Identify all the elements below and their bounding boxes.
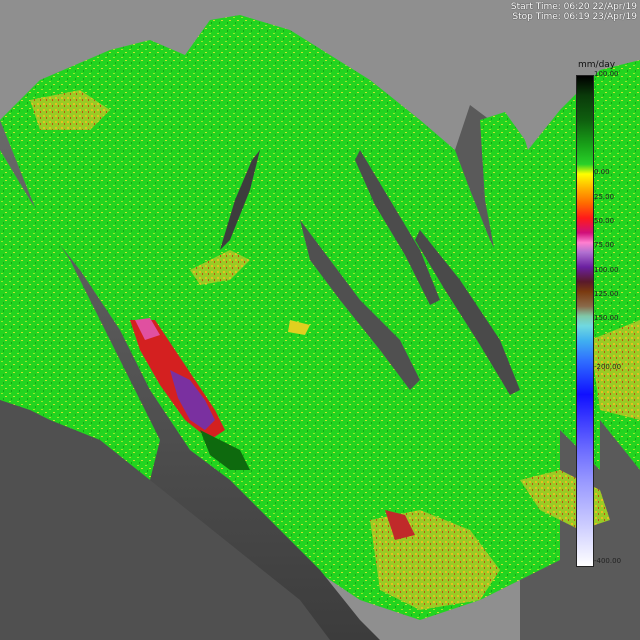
legend-tick: -400.00 (594, 557, 622, 565)
legend-tick: 100.00 (594, 70, 619, 78)
legend-tick: 150.00 (594, 314, 619, 322)
terrain-3d-view[interactable] (0, 0, 640, 640)
time-range-info: Start Time: 06:20 22/Apr/19 Stop Time: 0… (511, 2, 637, 22)
start-time-label: Start Time: 06:20 22/Apr/19 (510, 2, 637, 12)
legend-tick: 25.00 (594, 193, 615, 201)
legend-tick: 0.00 (594, 168, 610, 176)
color-legend: mm/day 100.00 0.00 25.00 50.00 75.00 100… (575, 60, 640, 570)
legend-tick: 50.00 (594, 217, 615, 225)
legend-unit-label: mm/day (578, 60, 616, 70)
stop-time-label: Stop Time: 06:19 23/Apr/19 (512, 12, 637, 22)
legend-tick: 75.00 (594, 241, 615, 249)
legend-tick: -200.00 (594, 363, 622, 371)
legend-tick: 100.00 (594, 266, 619, 274)
legend-color-bar (576, 75, 594, 567)
terrain-viewport[interactable]: Start Time: 06:20 22/Apr/19 Stop Time: 0… (0, 0, 640, 640)
legend-tick: 125.00 (594, 290, 619, 298)
